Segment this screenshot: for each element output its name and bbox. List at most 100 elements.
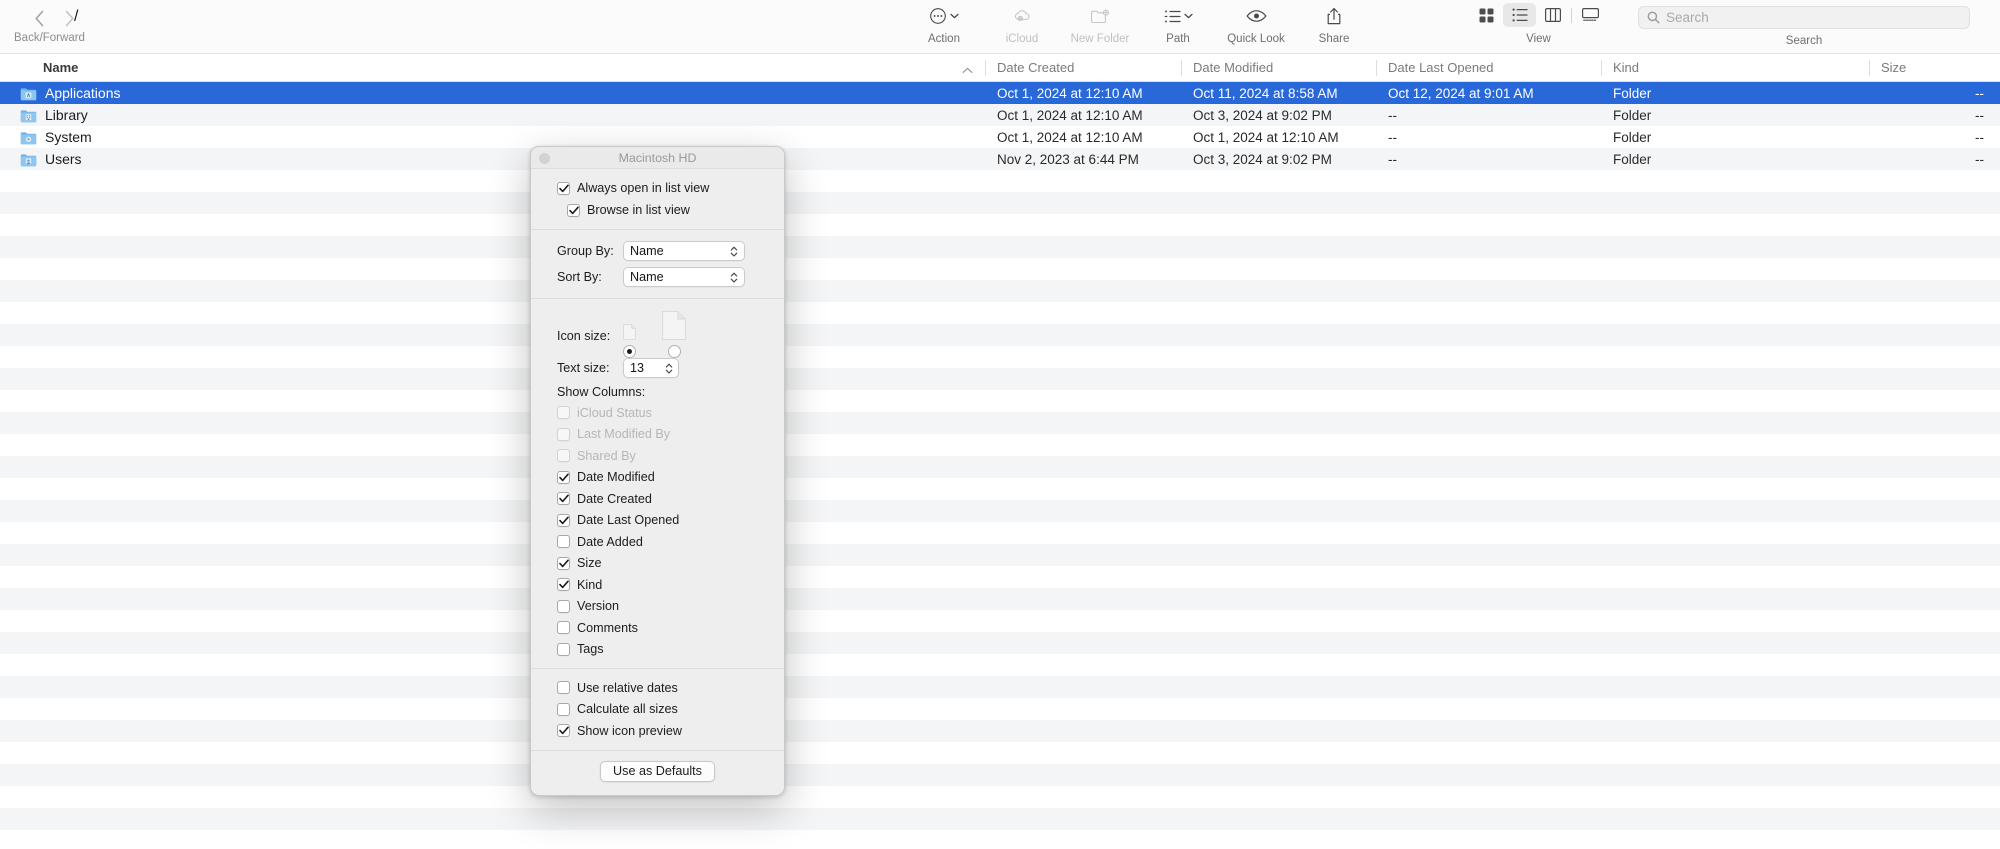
- search-area: Search: [1638, 6, 1970, 47]
- text-size-stepper[interactable]: 13: [623, 358, 679, 378]
- folder-applications-icon: [20, 86, 37, 101]
- toolbar-item-share[interactable]: Share: [1295, 3, 1373, 45]
- list-view-button[interactable]: [1503, 3, 1536, 27]
- search-label: Search: [1785, 35, 1823, 47]
- column-header-size[interactable]: Size: [1869, 54, 2000, 82]
- checkbox-label: Version: [577, 599, 620, 614]
- table-row[interactable]: Users Nov 2, 2023 at 6:44 PM Oct 3, 2024…: [0, 148, 2000, 170]
- use-as-defaults-button[interactable]: Use as Defaults: [600, 760, 715, 782]
- empty-row: [0, 654, 2000, 676]
- checkbox-box: [557, 556, 570, 570]
- table-row[interactable]: System Oct 1, 2024 at 12:10 AM Oct 1, 20…: [0, 126, 2000, 148]
- empty-row: [0, 214, 2000, 236]
- text-size-row: Text size: 13: [531, 355, 784, 381]
- search-input[interactable]: [1666, 10, 1956, 25]
- checkbox-label: Calculate all sizes: [577, 702, 678, 717]
- column-header-label: Name: [43, 60, 79, 75]
- checkbox-always-open-in-list-view[interactable]: Always open in list view: [531, 177, 784, 199]
- sort-by-value: Name: [630, 270, 664, 284]
- dialog-grouping-section: Group By: Name Sort By: Name: [531, 230, 784, 298]
- show-columns-label: Show Columns:: [557, 384, 646, 399]
- search-icon: [1647, 11, 1660, 24]
- checkbox-show-icon-preview[interactable]: Show icon preview: [531, 720, 784, 742]
- checkbox-calculate-all-sizes[interactable]: Calculate all sizes: [531, 699, 784, 721]
- checkbox-date-modified[interactable]: Date Modified: [531, 467, 784, 489]
- checkbox-size[interactable]: Size: [531, 553, 784, 575]
- empty-row: [0, 698, 2000, 720]
- back-button[interactable]: [24, 6, 54, 30]
- checkbox-kind[interactable]: Kind: [531, 574, 784, 596]
- checkmark-icon: [558, 473, 569, 481]
- checkbox-comments[interactable]: Comments: [531, 617, 784, 639]
- empty-row: [0, 566, 2000, 588]
- chevron-up-icon: [962, 62, 973, 77]
- checkbox-label: Kind: [577, 577, 603, 592]
- file-date-created: Oct 1, 2024 at 12:10 AM: [997, 129, 1143, 145]
- checkbox-label: Date Created: [577, 491, 652, 506]
- checkbox-label: Size: [577, 556, 602, 571]
- icon-size-small-option[interactable]: [623, 324, 636, 358]
- empty-row: [0, 742, 2000, 764]
- toolbar-item-action[interactable]: Action: [905, 3, 983, 45]
- column-headers: Name Date Created Date Modified Date Las…: [0, 54, 2000, 82]
- checkbox-box: [557, 578, 570, 592]
- checkbox-version[interactable]: Version: [531, 596, 784, 618]
- radio-button: [623, 345, 636, 358]
- column-header-date-created[interactable]: Date Created: [985, 54, 1181, 82]
- checkmark-icon: [558, 726, 569, 735]
- toolbar-item-path[interactable]: Path: [1139, 3, 1217, 45]
- checkbox-box: [557, 470, 570, 484]
- icon-size-label: Icon size:: [557, 329, 611, 343]
- checkbox-tags[interactable]: Tags: [531, 639, 784, 661]
- icon-size-large-option[interactable]: [662, 311, 686, 358]
- checkbox-use-relative-dates[interactable]: Use relative dates: [531, 677, 784, 699]
- folder-library-icon: [20, 108, 37, 123]
- column-header-label: Date Last Opened: [1388, 60, 1494, 75]
- table-row[interactable]: Library Oct 1, 2024 at 12:10 AM Oct 3, 2…: [0, 104, 2000, 126]
- file-list[interactable]: Applications Oct 1, 2024 at 12:10 AM Oct…: [0, 82, 2000, 849]
- empty-row: [0, 456, 2000, 478]
- checkbox-date-last-opened[interactable]: Date Last Opened: [531, 510, 784, 532]
- checkbox-date-created[interactable]: Date Created: [531, 488, 784, 510]
- toolbar-items: Action iCloud New Folder Path Quick Look…: [905, 3, 1373, 45]
- column-header-name[interactable]: Name: [0, 54, 985, 82]
- table-row[interactable]: Applications Oct 1, 2024 at 12:10 AM Oct…: [0, 82, 2000, 104]
- folder-users-icon: [20, 152, 37, 167]
- empty-row: [0, 544, 2000, 566]
- file-name-cell: Library: [0, 107, 985, 123]
- checkbox-date-added[interactable]: Date Added: [531, 531, 784, 553]
- gallery-view-icon: [1582, 8, 1599, 21]
- checkbox-box: [557, 599, 570, 613]
- file-kind: Folder: [1613, 107, 1652, 123]
- search-box[interactable]: [1638, 6, 1970, 29]
- column-view-button[interactable]: [1536, 3, 1569, 27]
- file-kind: Folder: [1613, 129, 1652, 145]
- column-header-label: Size: [1881, 60, 1907, 75]
- column-header-kind[interactable]: Kind: [1601, 54, 1869, 82]
- checkbox-box: [557, 642, 570, 656]
- checkmark-icon: [558, 494, 569, 503]
- column-divider: [985, 59, 986, 76]
- view-mode-group: View: [1470, 3, 1607, 45]
- chevron-updown-icon[interactable]: [665, 362, 673, 378]
- group-by-select[interactable]: Name: [623, 241, 745, 261]
- forward-button[interactable]: [54, 6, 84, 30]
- column-header-label: Date Modified: [1193, 60, 1274, 75]
- checkbox-label: Last Modified By: [577, 427, 671, 442]
- column-header-date-modified[interactable]: Date Modified: [1181, 54, 1376, 82]
- checkbox-label: Use relative dates: [577, 680, 678, 695]
- empty-row: [0, 478, 2000, 500]
- sort-by-select[interactable]: Name: [623, 267, 745, 287]
- icon-view-button[interactable]: [1470, 3, 1503, 27]
- view-options-dialog[interactable]: Macintosh HD Always open in list view Br…: [530, 146, 785, 796]
- empty-row: [0, 192, 2000, 214]
- toolbar: Back/Forward / Action iCloud New Folder …: [0, 0, 2000, 54]
- gallery-view-button[interactable]: [1574, 3, 1607, 27]
- chevron-down-icon: [950, 13, 959, 19]
- close-button[interactable]: [539, 153, 550, 164]
- dialog-titlebar[interactable]: Macintosh HD: [531, 147, 784, 169]
- checkbox-browse-in-list-view[interactable]: Browse in list view: [531, 199, 784, 221]
- sort-by-label: Sort By:: [557, 270, 602, 284]
- toolbar-item-quick-look[interactable]: Quick Look: [1217, 3, 1295, 45]
- column-header-date-last-opened[interactable]: Date Last Opened: [1376, 54, 1601, 82]
